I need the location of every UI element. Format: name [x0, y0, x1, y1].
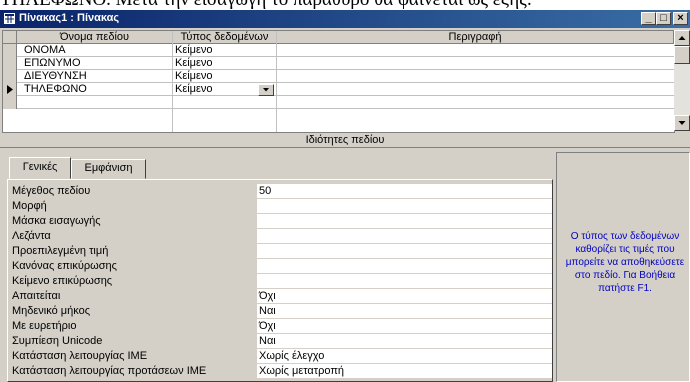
table-row[interactable]: ΔΙΕΥΘΥΝΣΗ Κείμενο	[3, 70, 674, 83]
document-text-line: ΤΗΛΕΦΩΝΟ. Μετά την εισαγωγή το παράθυρο …	[0, 0, 690, 10]
scroll-up-icon	[678, 36, 686, 40]
property-row: Κατάσταση λειτουργίας IME Χωρίς έλεγχο	[12, 349, 552, 364]
data-type-cell[interactable]: Κείμενο	[175, 57, 213, 69]
tab-appearance[interactable]: Εμφάνιση	[71, 159, 146, 179]
row-selector[interactable]	[3, 44, 17, 57]
property-row: Απαιτείται Όχι	[12, 289, 552, 304]
property-label: Λεζάντα	[12, 230, 51, 242]
tab-general[interactable]: Γενικές	[9, 157, 71, 179]
column-header-field-name[interactable]: Όνομα πεδίου	[17, 31, 173, 44]
property-label: Προεπιλεγμένη τιμή	[12, 245, 109, 257]
table-row-current[interactable]: ΤΗΛΕΦΩΝΟ Κείμενο	[3, 83, 674, 96]
column-header-data-type[interactable]: Τύπος δεδομένων	[173, 31, 277, 44]
table-icon	[4, 13, 15, 24]
table-row[interactable]	[3, 96, 674, 109]
property-label: Κανόνας επικύρωσης	[12, 260, 117, 272]
maximize-button[interactable]: □	[656, 12, 671, 25]
property-value: Ναι	[259, 305, 276, 317]
property-value: Ναι	[259, 335, 276, 347]
property-value: Όχι	[259, 290, 276, 302]
table-row[interactable]: ΕΠΩΝΥΜΟ Κείμενο	[3, 57, 674, 70]
data-type-cell[interactable]: Κείμενο	[175, 70, 213, 82]
property-label: Μορφή	[12, 200, 47, 212]
property-row: Λεζάντα	[12, 229, 552, 244]
help-text: Ο τύπος των δεδομένων καθορίζει τις τιμέ…	[565, 231, 685, 294]
property-value-field[interactable]	[257, 274, 552, 288]
property-value: 50	[259, 185, 272, 197]
data-type-cell[interactable]: Κείμενο	[175, 44, 213, 56]
property-label: Μέγεθος πεδίου	[12, 185, 91, 197]
data-type-cell[interactable]: Κείμενο	[175, 83, 213, 95]
scroll-down-icon	[678, 121, 686, 125]
property-row: Συμπίεση Unicode Ναι	[12, 334, 552, 349]
property-value-field[interactable]	[257, 199, 552, 213]
field-name-cell[interactable]: ΕΠΩΝΥΜΟ	[24, 57, 81, 69]
table-design-window: Πίνακας1 : Πίνακας _ □ × Όνομα πεδίου Τύ…	[0, 9, 690, 382]
divider	[0, 147, 690, 148]
help-panel: Ο τύπος των δεδομένων καθορίζει τις τιμέ…	[556, 152, 690, 382]
row-selector[interactable]	[3, 96, 17, 109]
window-title: Πίνακας1 : Πίνακας	[19, 12, 120, 24]
property-value-field[interactable]	[257, 229, 552, 243]
property-label: Με ευρετήριο	[12, 320, 77, 332]
property-row: Κατάσταση λειτουργίας προτάσεων IME Χωρί…	[12, 364, 552, 379]
general-properties-panel: Μέγεθος πεδίου 50 Μορφή Μάσκα εισαγωγής …	[7, 179, 553, 382]
property-row: Μάσκα εισαγωγής	[12, 214, 552, 229]
property-value-field[interactable]: 50	[257, 184, 552, 198]
row-selector[interactable]	[3, 83, 17, 96]
scroll-down-button[interactable]	[674, 115, 690, 131]
property-value-field[interactable]: Ναι	[257, 334, 552, 348]
property-row: Κείμενο επικύρωσης	[12, 274, 552, 289]
field-name-cell[interactable]: ΔΙΕΥΘΥΝΣΗ	[24, 70, 87, 82]
property-value: Χωρίς μετατροπή	[259, 365, 345, 377]
property-row: Μέγεθος πεδίου 50	[12, 184, 552, 199]
row-selector[interactable]	[3, 57, 17, 70]
property-value-field[interactable]: Ναι	[257, 304, 552, 318]
row-pointer-icon	[7, 85, 13, 94]
property-value-field[interactable]	[257, 244, 552, 258]
field-grid: Όνομα πεδίου Τύπος δεδομένων Περιγραφή Ο…	[2, 30, 675, 133]
property-value-field[interactable]: Όχι	[257, 289, 552, 303]
property-label: Κείμενο επικύρωσης	[12, 275, 113, 287]
property-value-field[interactable]	[257, 214, 552, 228]
column-header-description[interactable]: Περιγραφή	[277, 31, 674, 44]
property-label: Κατάσταση λειτουργίας IME	[12, 350, 148, 362]
property-label: Μάσκα εισαγωγής	[12, 215, 101, 227]
property-row: Με ευρετήριο Όχι	[12, 319, 552, 334]
property-value-field[interactable]: Χωρίς μετατροπή	[257, 364, 552, 378]
scroll-up-button[interactable]	[674, 30, 690, 46]
property-value-field[interactable]	[257, 259, 552, 273]
property-label: Κατάσταση λειτουργίας προτάσεων IME	[12, 365, 207, 377]
property-value: Όχι	[259, 320, 276, 332]
property-value: Χωρίς έλεγχο	[259, 350, 325, 362]
property-row: Προεπιλεγμένη τιμή	[12, 244, 552, 259]
property-row: Μηδενικό μήκος Ναι	[12, 304, 552, 319]
property-row: Κανόνας επικύρωσης	[12, 259, 552, 274]
property-value-field[interactable]: Όχι	[257, 319, 552, 333]
field-properties-title: Ιδιότητες πεδίου	[305, 134, 385, 146]
table-row[interactable]: ΟΝΟΜΑ Κείμενο	[3, 44, 674, 57]
grid-vertical-scrollbar[interactable]	[674, 30, 690, 131]
minimize-button[interactable]: _	[641, 12, 656, 25]
property-label: Μηδενικό μήκος	[12, 305, 91, 317]
dropdown-arrow-icon	[263, 88, 269, 92]
data-type-dropdown-button[interactable]	[258, 84, 274, 96]
property-value-field[interactable]: Χωρίς έλεγχο	[257, 349, 552, 363]
field-name-cell[interactable]: ΤΗΛΕΦΩΝΟ	[24, 83, 87, 95]
property-row: Μορφή	[12, 199, 552, 214]
scroll-thumb[interactable]	[674, 46, 690, 64]
field-name-cell[interactable]: ΟΝΟΜΑ	[24, 44, 66, 56]
property-label: Απαιτείται	[12, 290, 61, 302]
grid-corner	[3, 31, 17, 44]
property-label: Συμπίεση Unicode	[12, 335, 103, 347]
row-selector[interactable]	[3, 70, 17, 83]
close-button[interactable]: ×	[673, 12, 688, 25]
title-bar[interactable]: Πίνακας1 : Πίνακας _ □ ×	[0, 10, 690, 28]
